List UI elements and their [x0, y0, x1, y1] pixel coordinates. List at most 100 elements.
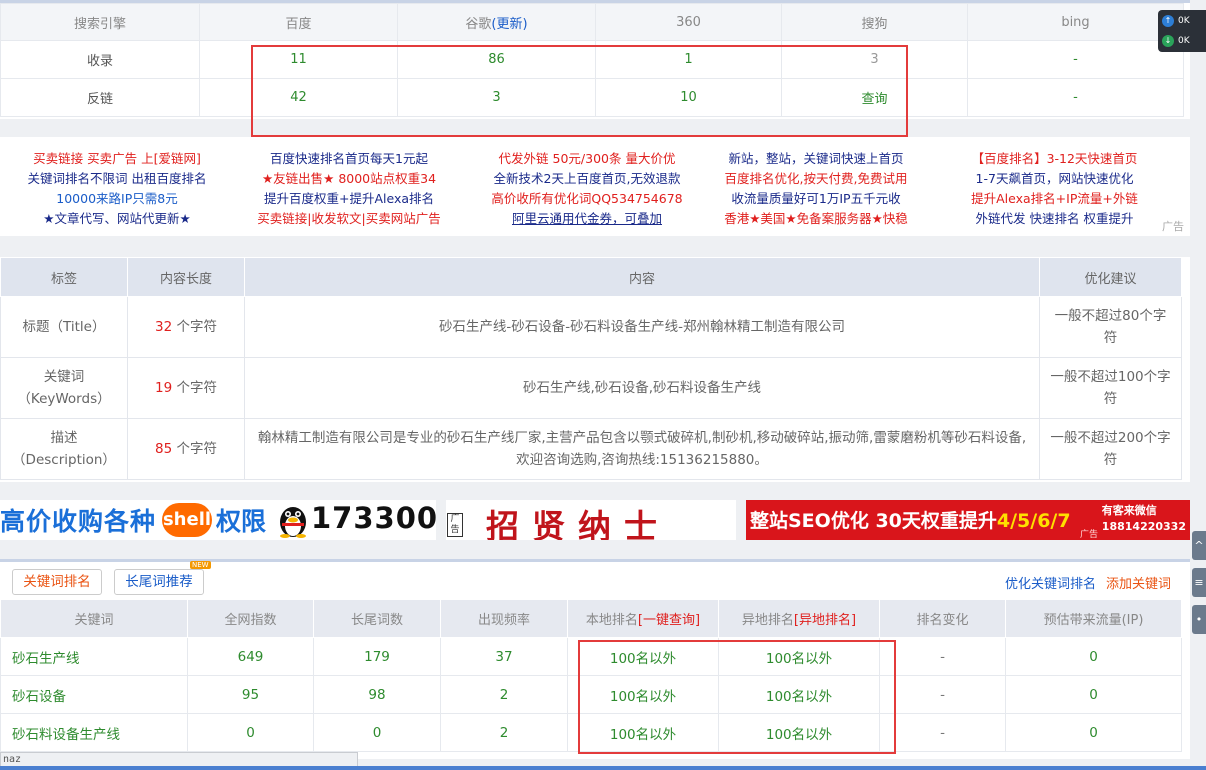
value-360-indexed[interactable]: 1 — [595, 40, 782, 79]
one-click-query-link[interactable]: [一键查询] — [638, 613, 700, 628]
ad-link[interactable]: 外链代发 快速排名 权重提升 — [952, 209, 1157, 229]
ad-link[interactable]: 【百度排名】3-12天快速首页 — [952, 149, 1157, 169]
local-rank-value: 100名以外 — [567, 675, 719, 714]
index-value: 95 — [187, 675, 314, 714]
meta-advice-title: 一般不超过80个字符 — [1039, 296, 1182, 358]
meta-content-description: 翰林精工制造有限公司是专业的砂石生产线厂家,主营产品包含以颚式破碎机,制砂机,移… — [244, 418, 1040, 480]
network-speed-widget[interactable]: ↑ 0K ↓ 0K — [1158, 10, 1206, 52]
header-bing: bing — [967, 3, 1184, 41]
ad-link[interactable]: 百度快速排名首页每天1元起 — [243, 149, 455, 169]
ad-link[interactable]: 新站，整站，关键词快速上首页 — [710, 149, 922, 169]
header-local-rank: 本地排名[一键查询] — [567, 599, 719, 638]
banner-recruit-ad[interactable]: 广告 招贤纳士 — [446, 500, 736, 540]
ad-link[interactable]: 关键词排名不限词 出租百度排名 — [12, 169, 222, 189]
table-row: 反链 42 3 10 查询 - — [0, 78, 1184, 117]
new-badge: NEW — [190, 561, 211, 569]
download-arrow-icon: ↓ — [1162, 34, 1174, 47]
remote-rank-link[interactable]: [异地排名] — [794, 613, 856, 628]
ad-link[interactable]: 阿里云通用代金券，可叠加 — [480, 209, 694, 229]
more-button[interactable]: • — [1192, 605, 1206, 634]
value-google-backlinks[interactable]: 3 — [397, 78, 596, 117]
ad-link[interactable]: 10000来路IP只需8元 — [12, 189, 222, 209]
download-speed-value: 0K — [1178, 36, 1190, 46]
ad-link[interactable]: ★文章代写、网站代更新★ — [12, 209, 222, 229]
banner-seo-ad[interactable]: 整站SEO优化 30天权重提升4/5/6/7 有客来微信 18814220332… — [746, 500, 1190, 540]
bottom-divider — [0, 766, 1206, 770]
google-update-link[interactable]: (更新) — [491, 17, 527, 32]
rank-change-value: - — [879, 713, 1006, 752]
table-row: 砂石生产线 649 179 37 100名以外 100名以外 - 0 — [0, 637, 1182, 676]
table-row: 砂石料设备生产线 0 0 2 100名以外 100名以外 - 0 — [0, 713, 1182, 752]
index-value: 649 — [187, 637, 314, 676]
keyword-ranking-panel: 关键词排名 长尾词推荐 NEW 优化关键词排名 添加关键词 关键词 全网指数 长… — [0, 559, 1190, 759]
ad-label: 广告 — [1162, 220, 1184, 233]
ad-link[interactable]: 收流量质量好可1万IP五千元收 — [710, 189, 922, 209]
keyword-link[interactable]: 砂石设备 — [0, 675, 188, 714]
banner-shell-ad[interactable]: 高价收购各种 shell 权限 173300 — [0, 500, 436, 540]
ad-link[interactable]: 提升百度权重+提升Alexa排名 — [243, 189, 455, 209]
table-header-row: 标签 内容长度 内容 优化建议 — [0, 257, 1182, 297]
table-row: 收录 11 86 1 3 - — [0, 40, 1184, 79]
table-row: 标题（Title） 32 个字符 砂石生产线-砂石设备-砂石料设备生产线-郑州翰… — [0, 296, 1182, 358]
meta-info-table: 标签 内容长度 内容 优化建议 标题（Title） 32 个字符 砂石生产线-砂… — [0, 257, 1182, 480]
header-length: 内容长度 — [127, 257, 245, 297]
keyword-link[interactable]: 砂石料设备生产线 — [0, 713, 188, 752]
row-label-indexed: 收录 — [0, 40, 200, 79]
length-unit: 个字符 — [172, 319, 217, 335]
header-google: 谷歌(更新) — [397, 3, 596, 41]
ad-link[interactable]: 买卖链接 买卖广告 上[爱链网] — [12, 149, 222, 169]
ad-link[interactable]: 全新技术2天上百度首页,无效退款 — [480, 169, 694, 189]
table-row: 关键词（KeyWords） 19 个字符 砂石生产线,砂石设备,砂石料设备生产线… — [0, 357, 1182, 419]
header-rank-change: 排名变化 — [879, 599, 1006, 638]
ad-link[interactable]: ★友链出售★ 8000站点权重34 — [243, 169, 455, 189]
wechat-label: 有客来微信 — [1101, 504, 1157, 517]
ad-link[interactable]: 买卖链接|收发软文|买卖网站广告 — [243, 209, 455, 229]
frequency-value: 37 — [440, 637, 568, 676]
value-baidu-indexed[interactable]: 11 — [199, 40, 398, 79]
local-rank-value: 100名以外 — [567, 713, 719, 752]
banner-text-b: 30天权重提升 — [868, 510, 997, 532]
ad-link[interactable]: 1-7天飙首页，网站快速优化 — [952, 169, 1157, 189]
tab-keyword-ranking[interactable]: 关键词排名 — [12, 569, 102, 595]
remote-rank-value: 100名以外 — [718, 675, 880, 714]
remote-rank-value: 100名以外 — [718, 713, 880, 752]
search-engine-table: 搜索引擎 百度 谷歌(更新) 360 搜狗 bing 收录 11 86 1 3 … — [0, 3, 1184, 117]
ad-link[interactable]: 香港★美国★免备案服务器★快稳 — [710, 209, 922, 229]
value-sogou-indexed[interactable]: 3 — [781, 40, 968, 79]
tab-longtail-recommend[interactable]: 长尾词推荐 — [114, 569, 204, 595]
header-frequency: 出现频率 — [440, 599, 568, 638]
header-remote-rank-label: 异地排名 — [741, 613, 794, 628]
page: 搜索引擎 百度 谷歌(更新) 360 搜狗 bing 收录 11 86 1 3 … — [0, 0, 1206, 770]
value-baidu-backlinks[interactable]: 42 — [199, 78, 398, 117]
row-label-backlinks: 反链 — [0, 78, 200, 117]
ad-link[interactable]: 高价收所有优化词QQ534754678 — [480, 189, 694, 209]
meta-label-title: 标题（Title） — [0, 296, 128, 358]
header-index: 全网指数 — [187, 599, 314, 638]
meta-label-keywords: 关键词（KeyWords） — [0, 357, 128, 419]
ad-link[interactable]: 提升Alexa排名+IP流量+外链 — [952, 189, 1157, 209]
value-google-indexed[interactable]: 86 — [397, 40, 596, 79]
local-rank-value: 100名以外 — [567, 637, 719, 676]
back-to-top-button[interactable]: ^ — [1192, 531, 1206, 560]
length-count: 85 — [155, 441, 173, 457]
table-header-row: 搜索引擎 百度 谷歌(更新) 360 搜狗 bing — [0, 3, 1184, 41]
banner-text: 整站SEO优化 30天权重提升4/5/6/7 — [750, 506, 1071, 533]
header-sogou: 搜狗 — [781, 3, 968, 41]
ad-link[interactable]: 百度排名优化,按天付费,免费试用 — [710, 169, 922, 189]
banner-text-c: 4/5/6/7 — [996, 510, 1071, 532]
table-header-row: 关键词 全网指数 长尾词数 出现频率 本地排名[一键查询] 异地排名[异地排名]… — [0, 599, 1182, 638]
meta-info-panel: 标签 内容长度 内容 优化建议 标题（Title） 32 个字符 砂石生产线-砂… — [0, 257, 1190, 482]
add-keyword-link[interactable]: 添加关键词 — [1106, 573, 1171, 592]
meta-advice-description: 一般不超过200个字符 — [1039, 418, 1182, 480]
value-360-backlinks[interactable]: 10 — [595, 78, 782, 117]
sogou-query-link[interactable]: 查询 — [781, 78, 968, 117]
keyword-link[interactable]: 砂石生产线 — [0, 637, 188, 676]
banner-text: 高价收购各种 — [0, 507, 157, 536]
ad-link[interactable]: 代发外链 50元/300条 量大价优 — [480, 149, 694, 169]
length-count: 32 — [155, 319, 173, 335]
traffic-value: 0 — [1005, 713, 1182, 752]
banner-text-a: 整站SEO优化 — [750, 510, 869, 532]
table-row: 描述（Description） 85 个字符 翰林精工制造有限公司是专业的砂石生… — [0, 418, 1182, 480]
menu-button[interactable]: ≡ — [1192, 568, 1206, 597]
optimize-keyword-link[interactable]: 优化关键词排名 — [1005, 573, 1096, 592]
